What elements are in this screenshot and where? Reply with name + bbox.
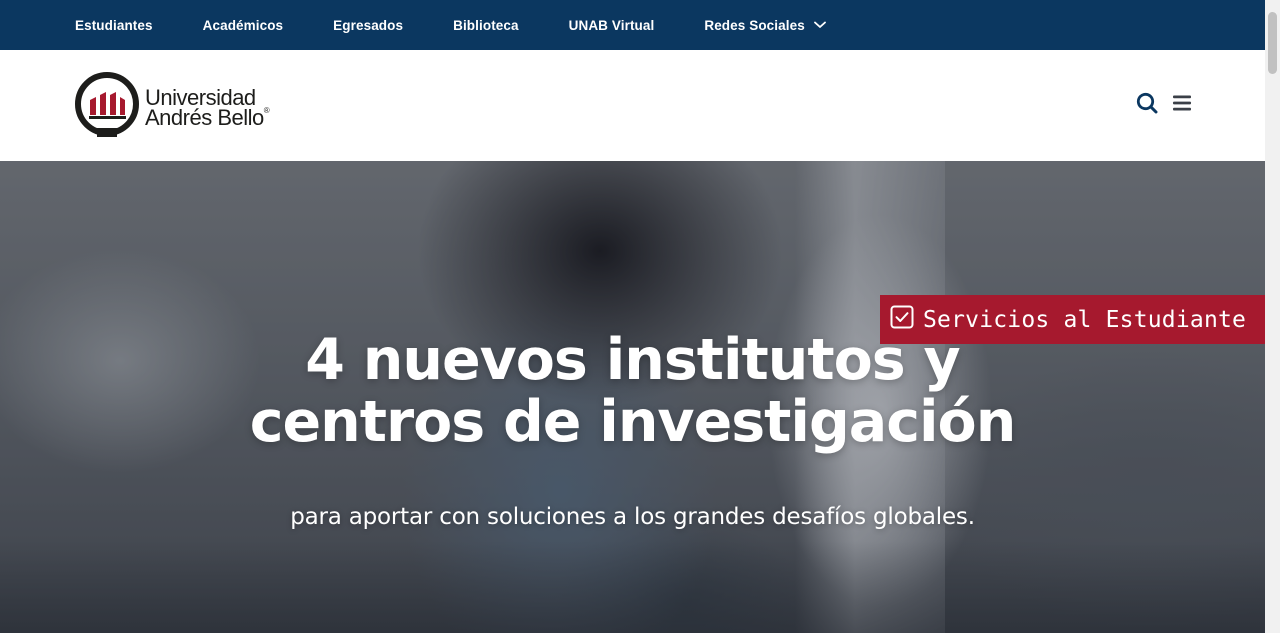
checkbox-icon [890, 305, 914, 334]
logo-wordmark: Universidad Andrés Bello® [145, 86, 270, 130]
nav-dropdown-redes-sociales[interactable]: Redes Sociales [704, 17, 826, 33]
student-services-label: Servicios al Estudiante [923, 306, 1247, 333]
nav-link-academicos[interactable]: Académicos [203, 18, 284, 33]
hero-banner[interactable]: 4 nuevos institutos y centros de investi… [0, 161, 1265, 633]
search-icon[interactable] [1136, 92, 1158, 114]
nav-link-egresados[interactable]: Egresados [333, 18, 403, 33]
top-navigation-bar: Estudiantes Académicos Egresados Bibliot… [0, 0, 1265, 50]
scrollbar-thumb[interactable] [1268, 12, 1277, 74]
page-scrollbar[interactable] [1265, 0, 1280, 633]
chevron-down-icon [813, 21, 826, 29]
logo-emblem-icon [75, 70, 139, 145]
header-actions [1136, 92, 1192, 114]
top-navigation: Estudiantes Académicos Egresados Bibliot… [75, 18, 876, 33]
registered-mark: ® [263, 105, 270, 115]
student-services-button[interactable]: Servicios al Estudiante [880, 295, 1265, 344]
hero-title: 4 nuevos institutos y centros de investi… [0, 329, 1265, 453]
nav-link-biblioteca[interactable]: Biblioteca [453, 18, 519, 33]
university-logo[interactable]: Universidad Andrés Bello® [75, 70, 270, 145]
logo-line-2-text: Andrés Bello [145, 104, 264, 130]
logo-line-2: Andrés Bello® [145, 104, 270, 130]
nav-link-estudiantes[interactable]: Estudiantes [75, 18, 153, 33]
nav-link-unab-virtual[interactable]: UNAB Virtual [569, 18, 655, 33]
menu-icon[interactable] [1172, 94, 1192, 112]
hero-title-line-2: centros de investigación [249, 389, 1017, 455]
hero-subtitle: para aportar con soluciones a los grande… [290, 504, 975, 530]
nav-dropdown-label: Redes Sociales [704, 17, 805, 33]
site-header: Universidad Andrés Bello® [0, 50, 1265, 161]
